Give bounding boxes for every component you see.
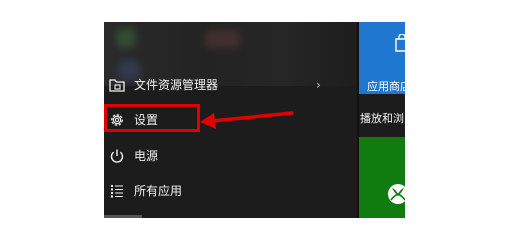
annotation-arrow-icon: [200, 111, 294, 129]
